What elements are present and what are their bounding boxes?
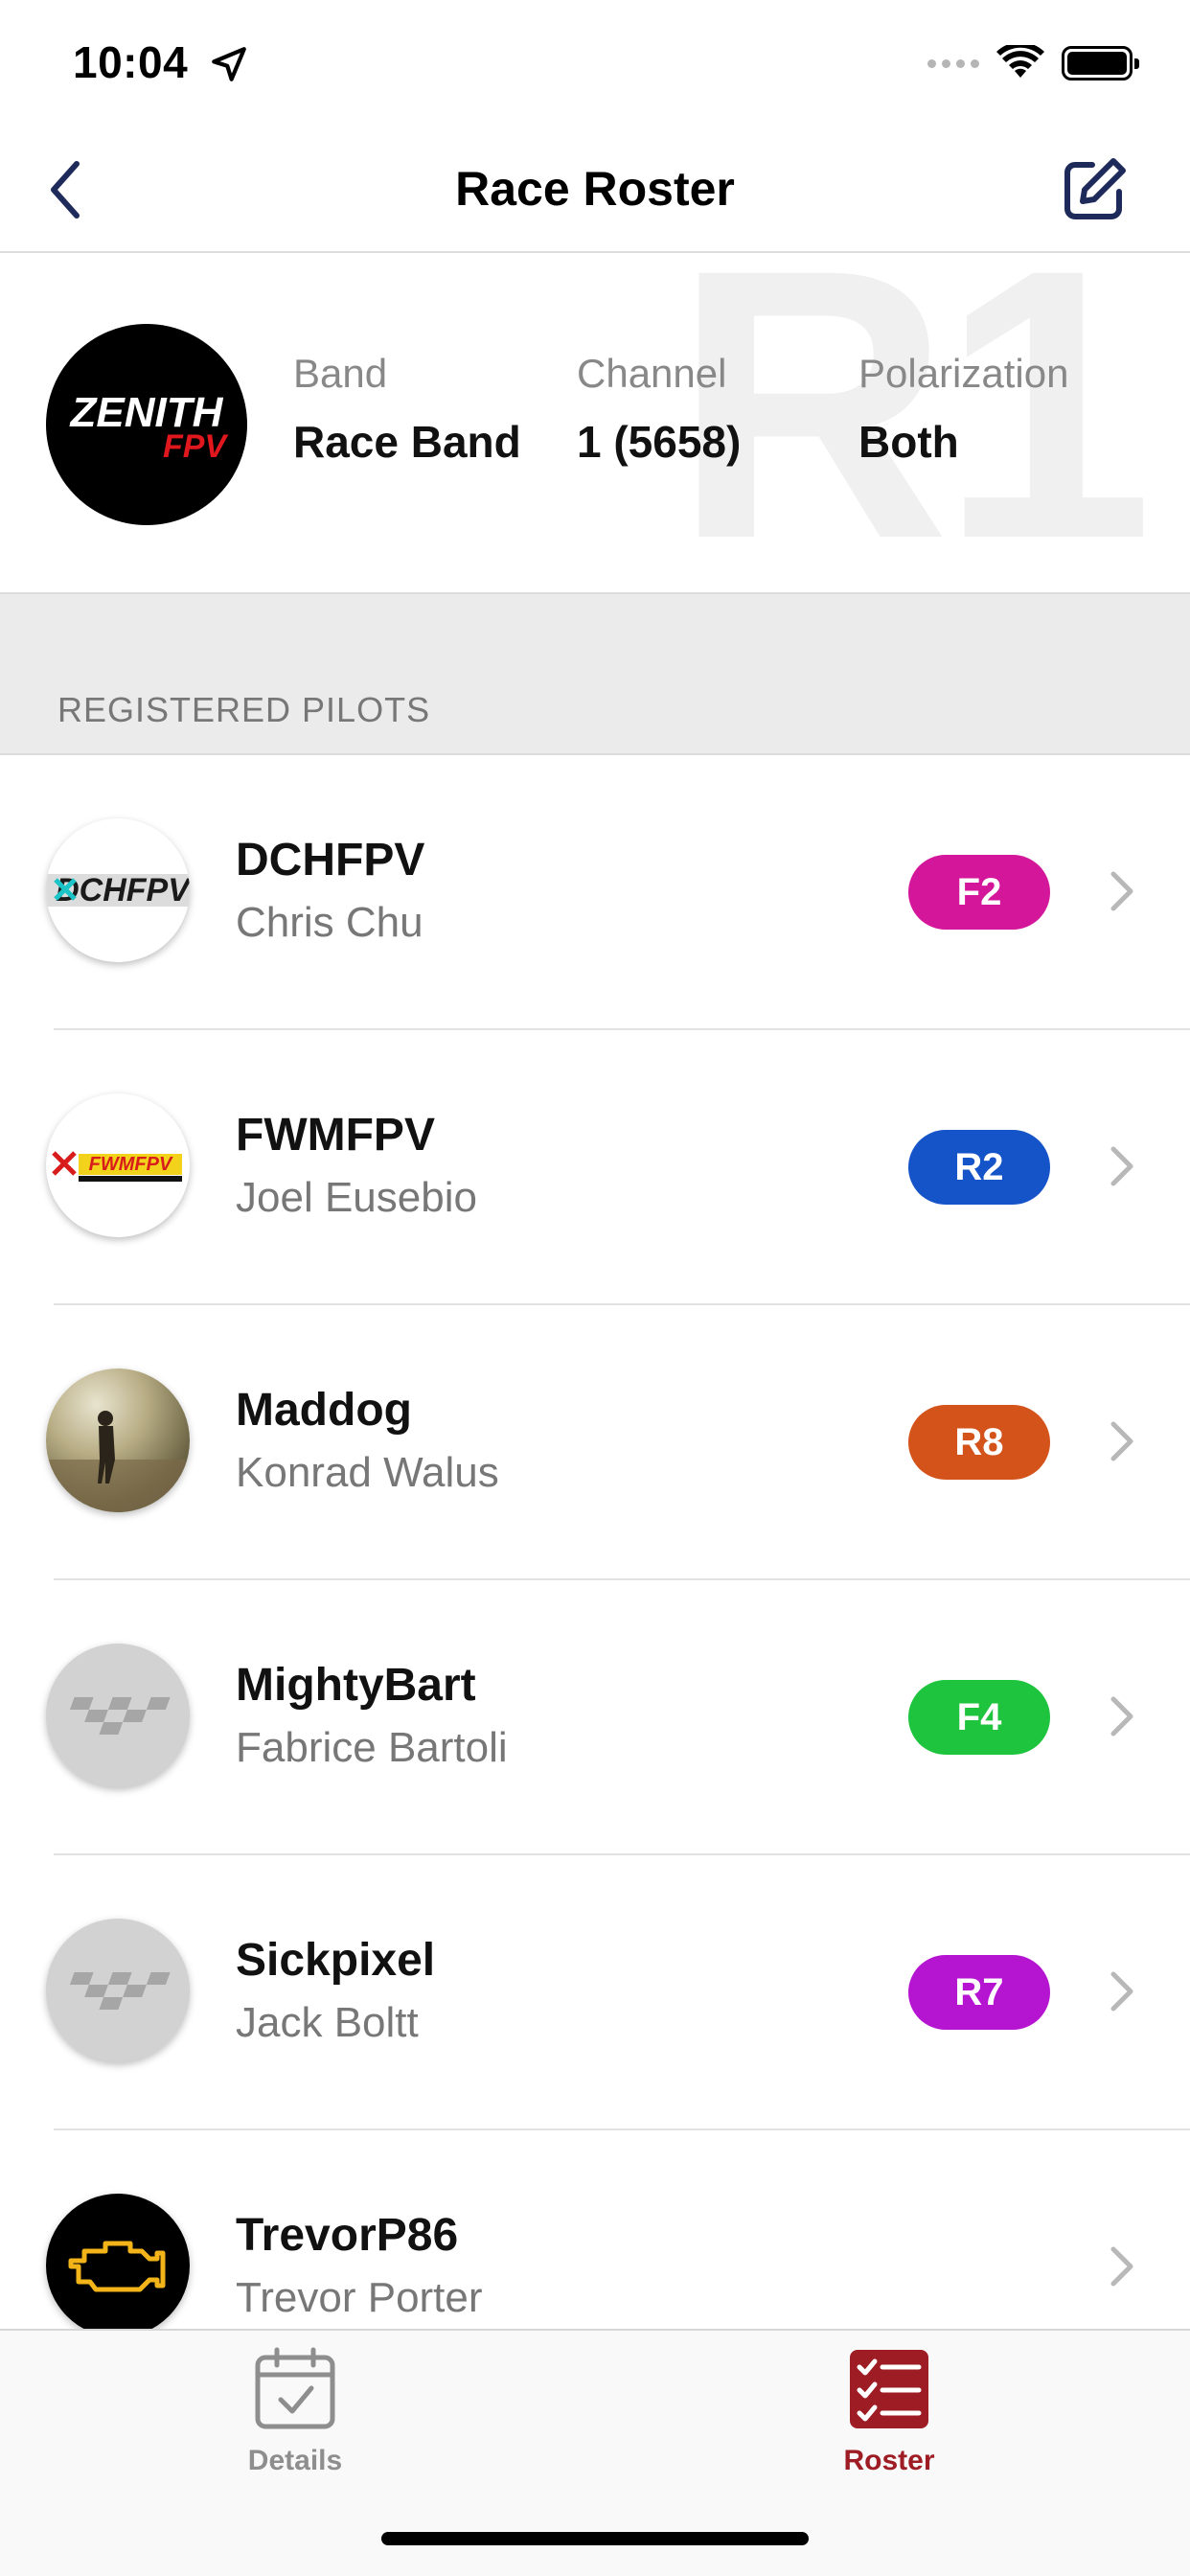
pilot-list: DCHFPV DCHFPV Chris Chu F2 FWMFPV FWMFPV… bbox=[0, 755, 1190, 2405]
channel-badge: F4 bbox=[908, 1680, 1050, 1755]
edit-button[interactable] bbox=[1056, 151, 1133, 228]
zenith-fpv-logo-icon: ZENITH FPV bbox=[69, 389, 230, 465]
tab-roster-label: Roster bbox=[843, 2445, 935, 2476]
pilot-row[interactable]: Maddog Konrad Walus R8 bbox=[0, 1305, 1190, 1580]
avatar bbox=[46, 2194, 190, 2337]
band-info: Band Race Band bbox=[293, 351, 521, 468]
navigation-bar: Race Roster bbox=[0, 126, 1190, 253]
channel-value: 1 (5658) bbox=[577, 417, 742, 467]
chevron-right-icon bbox=[1110, 1971, 1133, 2012]
pilot-handle: DCHFPV bbox=[236, 835, 425, 886]
pilot-row[interactable]: Sickpixel Jack Boltt R7 bbox=[0, 1855, 1190, 2130]
status-time: 10:04 bbox=[73, 37, 189, 87]
chevron-right-icon bbox=[1110, 1146, 1133, 1186]
wifi-icon bbox=[996, 45, 1044, 78]
polarization-value: Both bbox=[858, 417, 959, 467]
avatar bbox=[46, 1368, 190, 1512]
checkered-flag-icon bbox=[69, 1972, 171, 2010]
calendar-check-icon bbox=[255, 2347, 335, 2429]
location-arrow-icon bbox=[212, 47, 246, 81]
svg-text:FPV: FPV bbox=[163, 428, 229, 465]
pilot-row[interactable]: FWMFPV FWMFPV Joel Eusebio R2 bbox=[0, 1030, 1190, 1305]
status-bar: 10:04 bbox=[0, 0, 1190, 126]
fwmfpv-logo-icon: FWMFPV bbox=[52, 1151, 182, 1182]
checklist-icon bbox=[850, 2350, 928, 2428]
band-value: Race Band bbox=[293, 417, 521, 467]
pilot-handle: MightyBart bbox=[236, 1660, 476, 1711]
pilot-name: Chris Chu bbox=[236, 899, 423, 946]
svg-text:DCHFPV: DCHFPV bbox=[56, 872, 190, 908]
section-header: REGISTERED PILOTS bbox=[0, 594, 1190, 755]
tab-details-label: Details bbox=[247, 2445, 343, 2476]
pilot-name: Konrad Walus bbox=[236, 1449, 499, 1496]
pilot-photo-icon bbox=[46, 1411, 190, 1512]
chevron-right-icon bbox=[1110, 2246, 1133, 2287]
avatar: DCHFPV bbox=[46, 818, 190, 962]
svg-text:FWMFPV: FWMFPV bbox=[89, 1154, 173, 1175]
band-label: Band bbox=[293, 351, 388, 396]
race-info-card: R1 ZENITH FPV Band Race Band Channel 1 (… bbox=[0, 255, 1190, 594]
pilot-name: Fabrice Bartoli bbox=[236, 1724, 508, 1771]
cellular-signal-icon bbox=[927, 58, 979, 68]
chevron-right-icon bbox=[1110, 1421, 1133, 1461]
avatar bbox=[46, 1919, 190, 2062]
page-title: Race Roster bbox=[455, 162, 735, 216]
pilot-row[interactable]: MightyBart Fabrice Bartoli F4 bbox=[0, 1580, 1190, 1855]
edit-icon bbox=[1064, 158, 1126, 219]
polarization-info: Polarization Both bbox=[858, 351, 1068, 468]
home-indicator bbox=[381, 2532, 809, 2545]
pilot-handle: Sickpixel bbox=[236, 1935, 436, 1986]
status-indicators bbox=[927, 44, 1139, 82]
pilot-name: Jack Boltt bbox=[236, 1999, 419, 2046]
battery-icon bbox=[1062, 46, 1139, 80]
dchfpv-logo-icon: DCHFPV bbox=[46, 872, 190, 908]
team-logo: ZENITH FPV bbox=[46, 324, 247, 525]
tab-details[interactable]: Details bbox=[199, 2346, 391, 2477]
channel-info: Channel 1 (5658) bbox=[577, 351, 741, 468]
pilot-name: Joel Eusebio bbox=[236, 1174, 477, 1221]
pilot-row[interactable]: DCHFPV DCHFPV Chris Chu F2 bbox=[0, 755, 1190, 1030]
pilot-handle: TrevorP86 bbox=[236, 2210, 459, 2261]
checkered-flag-icon bbox=[69, 1697, 171, 1735]
channel-label: Channel bbox=[577, 351, 727, 396]
chevron-right-icon bbox=[1110, 1696, 1133, 1736]
channel-badge: F2 bbox=[908, 855, 1050, 930]
check-engine-icon bbox=[68, 2241, 166, 2292]
channel-badge: R8 bbox=[908, 1405, 1050, 1480]
avatar bbox=[46, 1644, 190, 1787]
tab-roster[interactable]: Roster bbox=[793, 2346, 985, 2477]
channel-badge: R2 bbox=[908, 1130, 1050, 1205]
pilot-handle: Maddog bbox=[236, 1385, 412, 1436]
pilot-handle: FWMFPV bbox=[236, 1110, 435, 1161]
section-title: REGISTERED PILOTS bbox=[57, 690, 431, 729]
chevron-right-icon bbox=[1110, 871, 1133, 911]
channel-badge: R7 bbox=[908, 1955, 1050, 2030]
pilot-name: Trevor Porter bbox=[236, 2274, 483, 2321]
polarization-label: Polarization bbox=[858, 351, 1069, 396]
avatar: FWMFPV bbox=[46, 1093, 190, 1237]
